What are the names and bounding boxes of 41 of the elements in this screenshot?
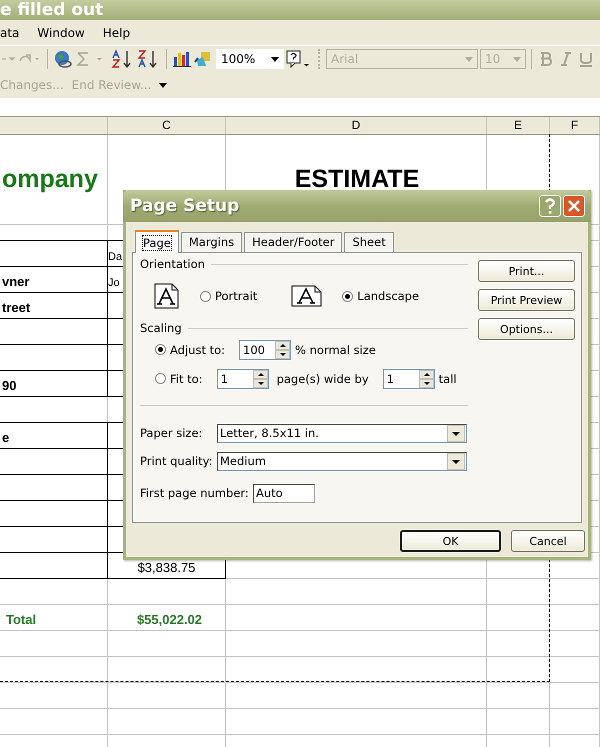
column-header[interactable]: D — [226, 117, 487, 134]
spin-field[interactable]: 1 — [382, 368, 435, 388]
paper-size-dropdown[interactable]: Letter, 8.5x11 in. — [217, 424, 467, 442]
tab[interactable]: Sheet — [344, 232, 394, 252]
radio-button[interactable]: Landscape — [342, 289, 420, 303]
tab[interactable]: Margins — [180, 232, 242, 252]
group-label: Scaling — [140, 321, 182, 335]
field-label: Print quality: — [140, 454, 214, 468]
column-header[interactable]: E — [487, 117, 550, 134]
zoom-dropdown[interactable]: 100% — [216, 49, 284, 69]
dialog-button[interactable]: Cancel — [511, 530, 585, 552]
dialog-button[interactable]: OK — [400, 530, 501, 552]
window-title: e filled out — [0, 0, 104, 20]
spin-field[interactable]: 1 — [216, 368, 269, 388]
field-label: % normal size — [295, 342, 376, 356]
table-cell: ompany — [0, 135, 108, 225]
field-label: tall — [438, 372, 457, 386]
table-cell: Total — [0, 605, 108, 631]
spin-field[interactable]: 100 — [239, 340, 292, 360]
table-cell: $55,022.02 — [108, 605, 226, 631]
menu-item[interactable]: Help — [102, 26, 130, 40]
radio-button[interactable]: Adjust to: — [155, 342, 226, 356]
tab[interactable]: Header/Footer — [244, 232, 342, 252]
column-header[interactable]: C — [108, 117, 226, 134]
dialog-button[interactable]: Print Preview — [478, 289, 575, 311]
table-cell: e — [0, 423, 108, 449]
menu-item[interactable]: Window — [37, 26, 85, 40]
tab[interactable]: Page — [135, 230, 179, 253]
radio-button[interactable]: Fit to: — [155, 372, 203, 386]
menu-item[interactable]: ata — [0, 26, 20, 40]
input-field[interactable]: Auto — [253, 484, 315, 502]
table-cell: vner — [0, 267, 108, 293]
table-cell: treet — [0, 293, 108, 319]
table-cell: 90 — [0, 371, 108, 397]
field-label: page(s) wide by — [276, 372, 369, 386]
print-quality-dropdown[interactable]: Medium — [217, 452, 467, 470]
field-label: Paper size: — [140, 426, 204, 440]
field-label: First page number: — [140, 486, 250, 500]
dialog-button[interactable]: Options... — [478, 318, 575, 340]
dialog-button[interactable]: Print... — [478, 260, 575, 282]
column-header[interactable]: F — [550, 117, 600, 134]
